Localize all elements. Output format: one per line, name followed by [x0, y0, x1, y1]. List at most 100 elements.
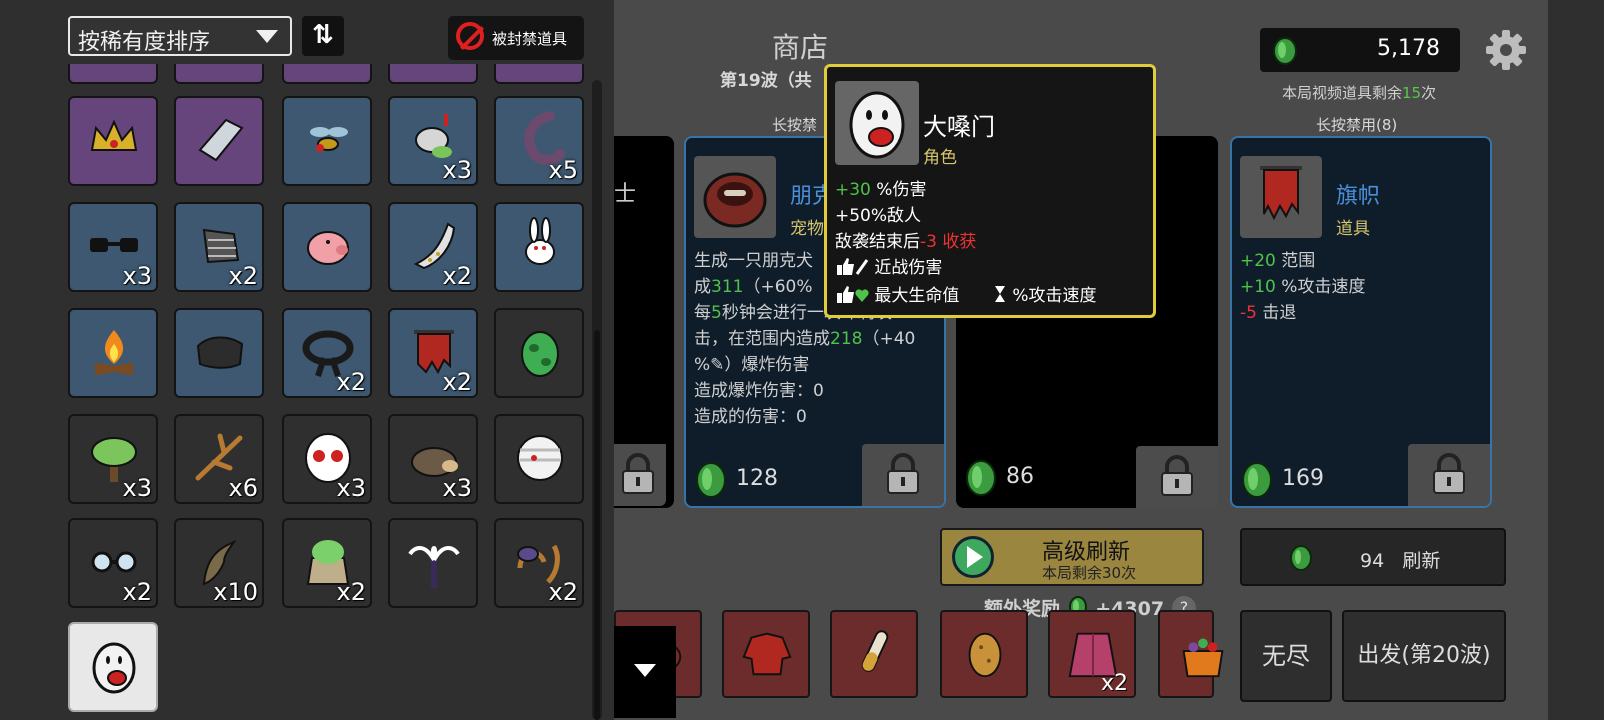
lock-button[interactable] — [1136, 446, 1218, 508]
description-line: 造成的伤害：0 — [694, 404, 940, 430]
description-segment: %攻击速度 — [1275, 277, 1366, 297]
item-count: x5 — [548, 156, 578, 184]
description-segment: （+60% — [743, 277, 813, 297]
inventory-item[interactable] — [282, 96, 372, 186]
depart-button[interactable]: 出发(第20波) — [1342, 610, 1506, 702]
tag-text: %攻击速度 — [1012, 286, 1097, 306]
inventory-item[interactable]: x3 — [282, 414, 372, 504]
lock-icon — [887, 453, 919, 494]
item-cell-partial[interactable] — [494, 64, 584, 84]
video-left-prefix: 本局视频道具剩余 — [1282, 84, 1403, 102]
description-line: -5 击退 — [1240, 300, 1486, 326]
coin-icon — [1290, 545, 1312, 571]
description-segment: 5 — [711, 303, 722, 323]
item-count: x3 — [442, 156, 472, 184]
inventory-item[interactable]: x2 — [174, 202, 264, 292]
inventory-item[interactable]: x2 — [68, 518, 158, 608]
owned-item[interactable] — [830, 610, 918, 698]
lock-button[interactable] — [1408, 444, 1490, 506]
item-count: x2 — [336, 578, 366, 606]
owned-item[interactable] — [722, 610, 810, 698]
item-tooltip: 大嗓门 角色 +30 %伤害 +50%敌人 敌袭结束后-3 收获 近战伤害 最大… — [824, 64, 1156, 318]
item-cell-partial[interactable] — [282, 64, 372, 84]
expand-dropdown-button[interactable] — [614, 626, 676, 718]
tooltip-stat-enemies: +50%敌人 — [835, 206, 922, 226]
item-cell-partial[interactable] — [68, 64, 158, 84]
inventory-item[interactable]: x2 — [282, 518, 372, 608]
description-segment: （+40 — [862, 329, 916, 349]
inventory-item[interactable]: x3 — [68, 202, 158, 292]
inventory-item[interactable] — [68, 308, 158, 398]
inventory-item[interactable]: x3 — [388, 96, 478, 186]
prohibited-icon — [456, 22, 484, 50]
tooltip-stat-harvest: 敌袭结束后-3 收获 — [835, 227, 976, 252]
inventory-item[interactable] — [174, 308, 264, 398]
banned-items-button[interactable]: 被封禁道具 — [448, 16, 584, 60]
inventory-item[interactable]: x3 — [388, 414, 478, 504]
item-count: x3 — [122, 474, 152, 502]
shop-title: 商店 — [771, 31, 828, 64]
inventory-scroll-thumb[interactable] — [594, 330, 600, 720]
inventory-item[interactable] — [494, 202, 584, 292]
inventory-item[interactable]: x2 — [282, 308, 372, 398]
lock-icon — [1433, 453, 1465, 494]
description-segment: 击退 — [1256, 303, 1297, 323]
sort-dropdown[interactable]: 按稀有度排序 — [68, 16, 292, 56]
inventory-item[interactable] — [494, 414, 584, 504]
coin-amount: 5,178 — [1377, 36, 1440, 61]
item-count: x3 — [336, 474, 366, 502]
piggy-bank-icon — [307, 231, 349, 265]
rabbit-icon — [525, 217, 555, 265]
inventory-item[interactable] — [68, 96, 158, 186]
inventory-item-selected[interactable] — [68, 622, 158, 712]
item-cell-partial[interactable] — [388, 64, 478, 84]
video-left-suffix: 次 — [1421, 84, 1437, 102]
advanced-refresh-button[interactable]: 高级刷新 本局剩余30次 — [940, 528, 1204, 586]
thumbs-up-heart-icon — [837, 286, 869, 303]
description-segment: ✎ — [710, 355, 725, 375]
inventory-item[interactable]: x10 — [174, 518, 264, 608]
lock-button[interactable] — [862, 444, 944, 506]
inventory-item[interactable]: x6 — [174, 414, 264, 504]
card-description: +20 范围 +10 %攻击速度 -5 击退 — [1240, 248, 1486, 326]
inventory-item[interactable]: x3 — [68, 414, 158, 504]
card-price: 169 — [1282, 466, 1324, 491]
refresh-button[interactable]: 94 刷新 — [1240, 528, 1506, 586]
description-segment: 生成一只朋克犬 — [694, 251, 813, 271]
loudmouth-icon — [849, 91, 905, 159]
banned-items-label: 被封禁道具 — [492, 30, 568, 48]
video-left-count: 15 — [1402, 84, 1422, 102]
shop-card-1[interactable]: 士 — [614, 136, 674, 508]
sort-arrows-icon: ⇅ — [312, 20, 334, 50]
lock-button[interactable] — [614, 444, 666, 506]
inventory-item[interactable]: x2 — [388, 308, 478, 398]
tooltip-tag-hp: 最大生命值 — [835, 281, 959, 306]
item-cell-partial[interactable] — [174, 64, 264, 84]
shop-card-4[interactable]: 旗帜 道具 +20 范围 +10 %攻击速度 -5 击退 169 — [1230, 136, 1492, 508]
lock-icon — [622, 453, 654, 494]
inventory-item[interactable]: x5 — [494, 96, 584, 186]
endless-button[interactable]: 无尽 — [1240, 610, 1332, 702]
inventory-item[interactable] — [282, 202, 372, 292]
owned-item[interactable] — [940, 610, 1028, 698]
test-tube-icon — [861, 630, 889, 672]
tooltip-image — [835, 81, 919, 165]
inventory-item[interactable]: x2 — [494, 518, 584, 608]
stat-value: -3 收获 — [920, 232, 977, 252]
tooltip-stat-damage: +30 %伤害 — [835, 175, 926, 200]
item-count: x3 — [442, 474, 472, 502]
sort-direction-button[interactable]: ⇅ — [302, 16, 344, 56]
inventory-item[interactable]: x2 — [388, 202, 478, 292]
refresh-text: 刷新 — [1402, 550, 1441, 572]
owned-item[interactable]: x2 — [1048, 610, 1136, 698]
inventory-item[interactable] — [494, 308, 584, 398]
green-egg-icon — [521, 331, 559, 377]
whetstone-icon — [198, 118, 244, 162]
item-count: x2 — [1100, 671, 1128, 696]
inventory-item[interactable] — [388, 518, 478, 608]
inventory-item[interactable] — [174, 96, 264, 186]
owned-item[interactable] — [1158, 610, 1224, 698]
gear-icon[interactable] — [1484, 28, 1528, 72]
description-segment: +10 — [1240, 277, 1276, 297]
potato-icon — [968, 632, 1002, 678]
